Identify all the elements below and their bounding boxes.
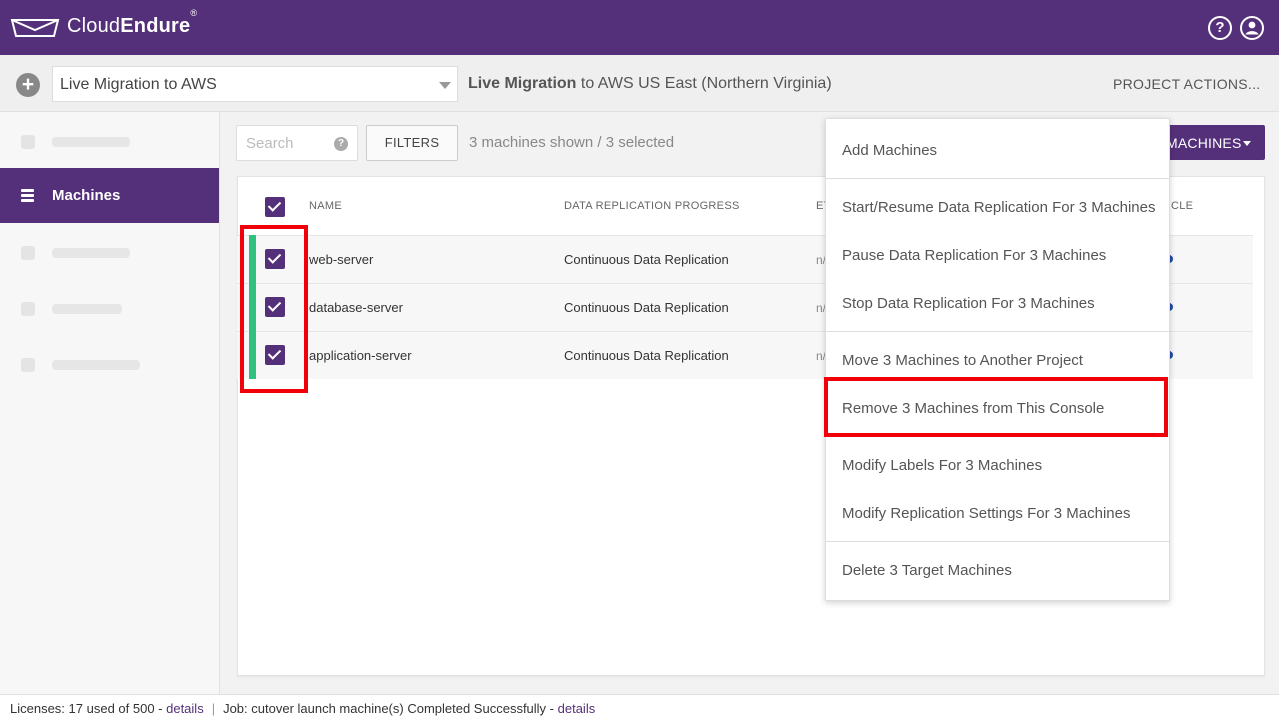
menu-item-add-machines[interactable]: Add Machines bbox=[842, 142, 937, 159]
licenses-details-link[interactable]: details bbox=[166, 701, 204, 716]
sidebar-item-blurred-3[interactable] bbox=[0, 281, 219, 336]
machine-name: database-server bbox=[309, 300, 403, 315]
project-select-value: Live Migration to AWS bbox=[60, 76, 217, 93]
status-footer: Licenses: 17 used of 500 - details | Job: … bbox=[0, 694, 1279, 720]
search-help-icon[interactable]: ? bbox=[334, 137, 348, 151]
filters-button[interactable]: FILTERS bbox=[366, 125, 458, 161]
project-actions-button[interactable]: PROJECT ACTIONS... bbox=[1113, 76, 1261, 92]
replication-progress: Continuous Data Replication bbox=[564, 252, 729, 267]
machines-button-label: MACHINES bbox=[1166, 135, 1242, 151]
licenses-status: Licenses: 17 used of 500 - bbox=[10, 701, 167, 716]
column-header-last[interactable]: CLE bbox=[1171, 200, 1193, 212]
menu-item-modify-labels[interactable]: Modify Labels For 3 Machines bbox=[842, 457, 1042, 474]
footer-separator: | bbox=[211, 701, 216, 716]
menu-item-start-replication[interactable]: Start/Resume Data Replication For 3 Mach… bbox=[842, 199, 1155, 216]
menu-item-move-machines[interactable]: Move 3 Machines to Another Project bbox=[842, 352, 1083, 369]
sidebar: Machines bbox=[0, 112, 220, 694]
sidebar-item-machines[interactable]: Machines bbox=[0, 168, 219, 223]
chevron-down-icon bbox=[439, 82, 451, 89]
select-all-checkbox[interactable] bbox=[265, 197, 285, 217]
menu-divider bbox=[826, 331, 1169, 332]
brand-name: CloudEndure® bbox=[67, 8, 198, 37]
help-icon[interactable]: ? bbox=[1208, 16, 1232, 40]
top-header: CloudEndure® ? bbox=[0, 0, 1279, 55]
menu-divider bbox=[826, 178, 1169, 179]
menu-item-delete-target-machines[interactable]: Delete 3 Target Machines bbox=[842, 562, 1012, 579]
sidebar-item-label: Machines bbox=[52, 187, 121, 204]
project-title: Live Migration to AWS US East (Northern … bbox=[468, 75, 832, 92]
replication-progress: Continuous Data Replication bbox=[564, 300, 729, 315]
caret-down-icon bbox=[1243, 141, 1251, 146]
column-header-name[interactable]: NAME bbox=[309, 200, 342, 212]
sidebar-item-blurred-1[interactable] bbox=[0, 114, 219, 169]
user-icon[interactable] bbox=[1240, 16, 1264, 40]
sidebar-item-blurred-4[interactable] bbox=[0, 337, 219, 392]
cloudendure-logo-icon bbox=[10, 19, 60, 37]
server-icon bbox=[21, 189, 34, 202]
machine-name: application-server bbox=[309, 348, 412, 363]
menu-divider bbox=[826, 541, 1169, 542]
menu-item-pause-replication[interactable]: Pause Data Replication For 3 Machines bbox=[842, 247, 1106, 264]
replication-progress: Continuous Data Replication bbox=[564, 348, 729, 363]
machine-name: web-server bbox=[309, 252, 374, 267]
job-details-link[interactable]: details bbox=[558, 701, 596, 716]
selection-summary: 3 machines shown / 3 selected bbox=[469, 134, 675, 151]
checkbox-highlight-box bbox=[240, 225, 308, 393]
machines-actions-menu: Add Machines Start/Resume Data Replicati… bbox=[825, 118, 1170, 601]
search-input[interactable]: Search ? bbox=[236, 125, 358, 161]
column-header-progress[interactable]: DATA REPLICATION PROGRESS bbox=[564, 200, 740, 212]
sidebar-item-blurred-2[interactable] bbox=[0, 225, 219, 280]
project-bar: + Live Migration to AWS Live Migration t… bbox=[0, 55, 1279, 112]
add-project-button[interactable]: + bbox=[16, 73, 40, 97]
remove-item-highlight-box bbox=[824, 377, 1168, 437]
menu-item-modify-replication-settings[interactable]: Modify Replication Settings For 3 Machin… bbox=[842, 505, 1130, 522]
job-status: Job: cutover launch machine(s) Completed… bbox=[223, 701, 558, 716]
search-placeholder: Search bbox=[246, 135, 294, 152]
project-select[interactable]: Live Migration to AWS bbox=[52, 66, 458, 102]
menu-item-stop-replication[interactable]: Stop Data Replication For 3 Machines bbox=[842, 295, 1095, 312]
